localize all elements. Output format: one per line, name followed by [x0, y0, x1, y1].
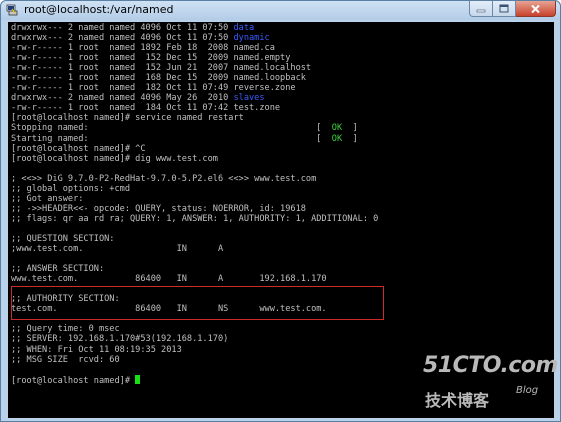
terminal-text-segment: ;; SERVER: 192.168.1.170#53(192.168.1.17…: [11, 334, 229, 345]
watermark-blog: Blog: [516, 385, 539, 396]
terminal-text-segment: ]: [342, 123, 358, 134]
terminal-line: ;www.test.com. IN A: [11, 244, 378, 254]
answer-section-highlight: [11, 286, 384, 320]
terminal-line: ;; flags: qr aa rd ra; QUERY: 1, ANSWER:…: [11, 214, 378, 224]
terminal-text-segment: -rw-r----- 1 root named 184 Oct 11 07:42…: [11, 103, 281, 114]
terminal-line: ;; QUESTION SECTION:: [11, 234, 378, 244]
terminal-window: root@localhost:/var/named drwxrwx--- 2 n…: [0, 0, 561, 422]
caption-buttons: [469, 1, 556, 18]
terminal-line: www.test.com. 86400 IN A 192.168.1.170: [11, 274, 378, 284]
directory-name: data: [233, 23, 255, 33]
terminal-line: -rw-r----- 1 root named 182 Oct 11 07:49…: [11, 83, 378, 93]
terminal-line: -rw-r----- 1 root named 152 Dec 15 2009 …: [11, 53, 378, 63]
terminal-text-segment: ;; ->>HEADER<<- opcode: QUERY, status: N…: [11, 203, 306, 214]
terminal-line: [root@localhost named]# ^C: [11, 144, 378, 154]
terminal-line: drwxrwx--- 2 named named 4096 Oct 11 07:…: [11, 33, 378, 43]
terminal-text-segment: ;; QUESTION SECTION:: [11, 233, 115, 244]
directory-name: dynamic: [233, 33, 270, 44]
watermark-subtitle: 技术博客: [425, 391, 490, 410]
putty-icon: [6, 4, 18, 16]
terminal-text-segment: [root@localhost named]# ^C: [11, 143, 146, 154]
terminal-line: ;; Query time: 0 msec: [11, 324, 378, 334]
close-button[interactable]: [516, 1, 556, 17]
terminal-line: -rw-r----- 1 root named 152 Jun 21 2007 …: [11, 63, 378, 73]
maximize-icon: [499, 4, 509, 13]
terminal-text: drwxrwx--- 2 named named 4096 Oct 11 07:…: [11, 23, 378, 386]
terminal-text-segment: -rw-r----- 1 root named 168 Dec 15 2009 …: [11, 73, 306, 84]
directory-name: slaves: [233, 93, 265, 104]
terminal-text-segment: ;; MSG SIZE rcvd: 60: [11, 354, 120, 365]
terminal-text-segment: [root@localhost named]#: [11, 375, 136, 386]
window-title: root@localhost:/var/named: [24, 3, 174, 16]
terminal-text-segment: ;; flags: qr aa rd ra; QUERY: 1, ANSWER:…: [11, 213, 379, 224]
terminal-text-segment: www.test.com. 86400 IN A 192.168.1.170: [11, 274, 327, 285]
terminal-text-segment: Stopping named: [: [11, 123, 332, 134]
terminal-text-segment: drwxrwx--- 2 named named 4096 Oct 11 07:…: [11, 33, 234, 44]
terminal-text-segment: ; <<>> DiG 9.7.0-P2-RedHat-9.7.0-5.P2.el…: [11, 173, 317, 184]
close-icon: [531, 4, 540, 13]
minimize-icon: [476, 9, 486, 12]
terminal-line: ;; SERVER: 192.168.1.170#53(192.168.1.17…: [11, 334, 378, 344]
terminal-line: -rw-r----- 1 root named 1892 Feb 18 2008…: [11, 43, 378, 53]
terminal-text-segment: [root@localhost named]# dig www.test.com: [11, 153, 218, 164]
terminal-line: ;; ANSWER SECTION:: [11, 264, 378, 274]
terminal-line: -rw-r----- 1 root named 184 Oct 11 07:42…: [11, 103, 378, 113]
terminal-text-segment: -rw-r----- 1 root named 152 Dec 15 2009 …: [11, 53, 291, 64]
watermark-logo: 51CTO.com: [423, 353, 558, 378]
terminal-text-segment: Starting named: [: [11, 133, 332, 144]
watermark: 51CTO.com 技术博客 Blog: [421, 353, 558, 413]
ok-status: OK: [331, 133, 343, 144]
text-cursor: [135, 374, 141, 384]
minimize-button[interactable]: [469, 1, 493, 17]
terminal-text-segment: ;; Got answer:: [11, 193, 84, 204]
terminal-line: Starting named: [ OK ]: [11, 134, 378, 144]
maximize-button[interactable]: [493, 1, 516, 17]
terminal-line: [root@localhost named]# service named re…: [11, 113, 378, 123]
terminal-text-segment: -rw-r----- 1 root named 152 Jun 21 2007 …: [11, 63, 312, 74]
terminal-line: drwxrwx--- 2 named named 4096 May 26 201…: [11, 93, 378, 103]
terminal-line: drwxrwx--- 2 named named 4096 Oct 11 07:…: [11, 23, 378, 33]
terminal-text-segment: -rw-r----- 1 root named 1892 Feb 18 2008…: [11, 43, 275, 54]
ok-status: OK: [331, 123, 343, 134]
terminal-text-segment: -rw-r----- 1 root named 182 Oct 11 07:49…: [11, 83, 296, 94]
terminal-line: -rw-r----- 1 root named 168 Dec 15 2009 …: [11, 73, 378, 83]
terminal-line: ;; MSG SIZE rcvd: 60: [11, 355, 378, 365]
terminal-text-segment: ;; Query time: 0 msec: [11, 324, 120, 335]
terminal-text-segment: [root@localhost named]# service named re…: [11, 113, 244, 124]
terminal-line: Stopping named: [ OK ]: [11, 123, 378, 133]
terminal-line: ;; ->>HEADER<<- opcode: QUERY, status: N…: [11, 204, 378, 214]
terminal-line: [root@localhost named]# dig www.test.com: [11, 154, 378, 164]
terminal-line: ;; global options: +cmd: [11, 184, 378, 194]
terminal-text-segment: ;; WHEN: Fri Oct 11 08:19:35 2013: [11, 344, 182, 355]
terminal-line: ;; Got answer:: [11, 194, 378, 204]
title-bar[interactable]: root@localhost:/var/named: [1, 1, 560, 20]
terminal-line: ;; WHEN: Fri Oct 11 08:19:35 2013: [11, 345, 378, 355]
terminal-text-segment: ;www.test.com. IN A: [11, 244, 224, 255]
terminal-text-segment: ;; global options: +cmd: [11, 183, 130, 194]
terminal-text-segment: ]: [342, 133, 358, 144]
terminal-text-segment: drwxrwx--- 2 named named 4096 Oct 11 07:…: [11, 23, 234, 33]
terminal-line: [root@localhost named]#: [11, 374, 378, 386]
terminal-text-segment: drwxrwx--- 2 named named 4096 May 26 201…: [11, 93, 234, 104]
terminal-text-segment: ;; ANSWER SECTION:: [11, 264, 105, 275]
terminal-line: ; <<>> DiG 9.7.0-P2-RedHat-9.7.0-5.P2.el…: [11, 174, 378, 184]
